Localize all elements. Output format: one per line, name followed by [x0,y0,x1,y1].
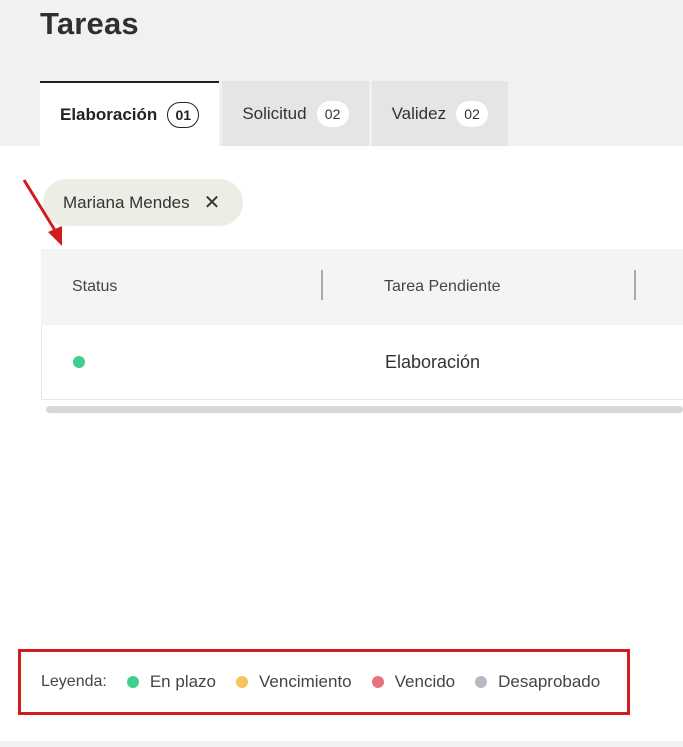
status-dot-icon [73,356,85,368]
task-cell: Elaboración [385,352,481,372]
close-icon[interactable]: ✕ [204,193,221,213]
legend-dot-icon [371,676,384,688]
tab-label: Solicitud [242,103,307,123]
legend-dot-icon [475,676,488,688]
footer-band [0,741,683,747]
column-resize-handle[interactable] [634,270,636,300]
legend-dot-icon [126,676,139,688]
legend-item-vencido: Vencido [371,672,456,692]
tab-count-badge: 02 [316,100,349,127]
legend-item-desaprobado: Desaprobado [475,672,600,692]
table-header: Status Tarea Pendiente [41,249,683,325]
column-resize-handle[interactable] [321,270,323,300]
status-legend: Leyenda: En plazo Vencimiento Vencido De… [18,649,630,715]
legend-item-label: En plazo [149,672,217,691]
tab-bar: Elaboración 01 Solicitud 02 Validez 02 [40,81,511,146]
horizontal-scrollbar[interactable] [46,406,683,413]
annotation-arrow-icon [22,179,62,246]
column-header-status[interactable]: Status [72,249,117,325]
legend-item-vencimiento: Vencimiento [236,672,352,692]
tab-count-badge: 02 [456,100,489,127]
legend-dot-icon [236,676,249,688]
tab-label: Elaboración [60,104,158,124]
column-header-tarea-pendiente[interactable]: Tarea Pendiente [384,249,501,325]
page-title: Tareas [40,6,139,41]
legend-item-label: Vencido [394,672,456,691]
tab-solicitud[interactable]: Solicitud 02 [222,81,369,146]
tab-count-badge: 01 [167,101,200,128]
legend-item-label: Vencimiento [259,672,352,691]
tab-validez[interactable]: Validez 02 [371,81,509,146]
table-row[interactable]: Elaboración [41,325,683,400]
legend-item-label: Desaprobado [498,672,601,691]
tab-elaboracion[interactable]: Elaboración 01 [40,81,220,146]
legend-label: Leyenda: [41,673,107,690]
filter-chip: Mariana Mendes ✕ [43,179,243,226]
tab-label: Validez [391,103,447,123]
filter-chip-label: Mariana Mendes [63,192,190,212]
legend-item-en-plazo: En plazo [126,672,217,692]
